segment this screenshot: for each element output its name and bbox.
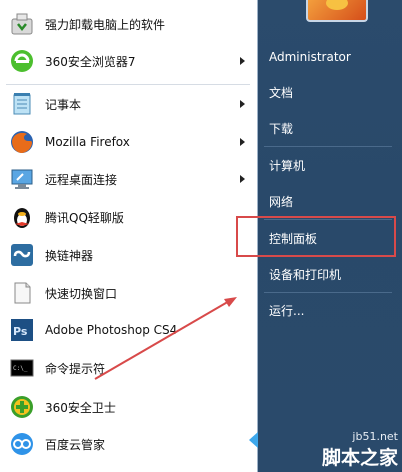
watermark-title: 脚本之家: [321, 447, 398, 469]
selection-pointer-icon: [249, 432, 258, 448]
annotation-arrow: [94, 297, 237, 380]
watermark-url: jb51.net: [352, 430, 398, 443]
watermark: jb51.net 脚本之家: [322, 430, 398, 470]
